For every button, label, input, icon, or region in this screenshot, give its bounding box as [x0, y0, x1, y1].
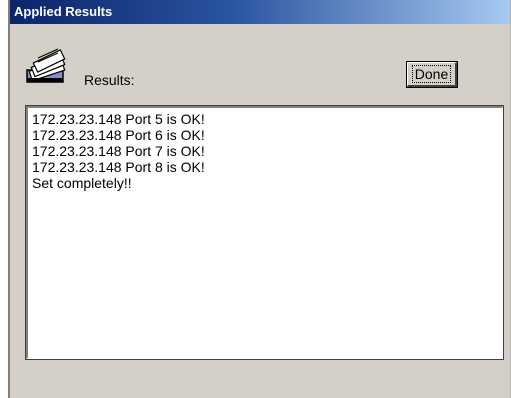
card-file-icon — [24, 44, 68, 88]
result-line: 172.23.23.148 Port 5 is OK! — [32, 111, 205, 127]
applied-results-window: Applied Results Results: Done 172.23.23.… — [8, 0, 511, 398]
result-line: Set completely!! — [32, 175, 132, 191]
window-title: Applied Results — [14, 4, 113, 19]
done-button-label: Done — [411, 65, 452, 83]
results-textarea[interactable]: 172.23.23.148 Port 5 is OK! 172.23.23.14… — [25, 105, 504, 360]
title-bar[interactable]: Applied Results — [10, 0, 510, 24]
result-line: 172.23.23.148 Port 7 is OK! — [32, 143, 205, 159]
result-line: 172.23.23.148 Port 6 is OK! — [32, 127, 205, 143]
done-button[interactable]: Done — [406, 61, 458, 88]
result-line: 172.23.23.148 Port 8 is OK! — [32, 159, 205, 175]
results-label: Results: — [84, 72, 135, 88]
